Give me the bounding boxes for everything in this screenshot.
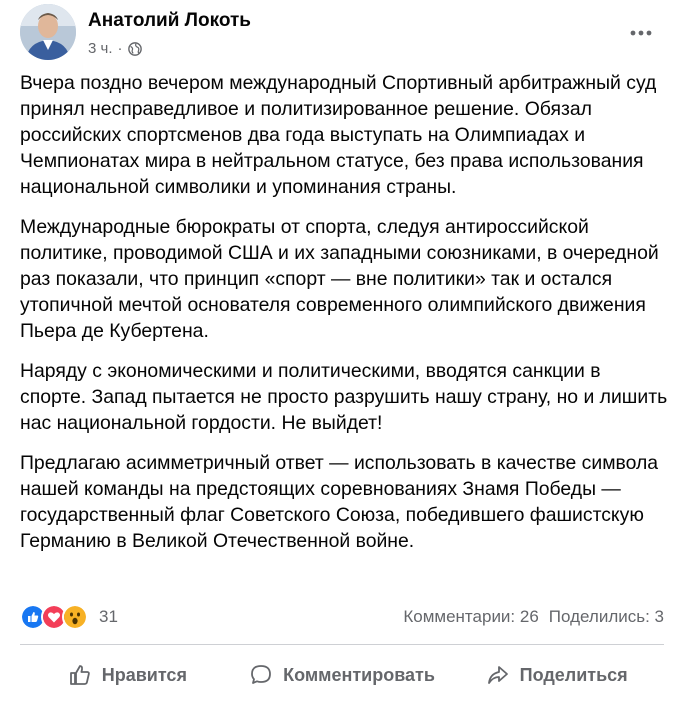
thumbs-up-icon: [69, 665, 90, 685]
post-paragraph: Международные бюрократы от спорта, следу…: [20, 216, 659, 342]
globe-icon: [127, 41, 142, 56]
comments-count[interactable]: Комментарии: 26: [403, 607, 538, 627]
comment-label: Комментировать: [283, 664, 435, 685]
reaction-count[interactable]: 31: [99, 607, 118, 627]
post-text: Вчера поздно вечером международный Спорт…: [20, 70, 670, 568]
comment-button[interactable]: Комментировать: [235, 653, 450, 697]
action-bar: Нравится Комментировать Поделиться: [20, 650, 664, 700]
share-icon: [487, 666, 508, 684]
post-paragraph: Наряду с экономическими и политическими,…: [20, 360, 668, 434]
wow-reaction-icon: [62, 604, 88, 630]
shares-count[interactable]: Поделились: 3: [549, 607, 664, 627]
reaction-icons: [20, 604, 88, 630]
post-paragraph: Вчера поздно вечером международный Спорт…: [20, 72, 657, 198]
reaction-summary[interactable]: 31: [20, 604, 118, 630]
post-header: Анатолий Локоть 3 ч. ·: [20, 4, 658, 64]
reactions-bar: 31 Комментарии: 26 Поделились: 3: [20, 603, 664, 631]
author-name[interactable]: Анатолий Локоть: [88, 10, 251, 32]
share-button[interactable]: Поделиться: [449, 653, 664, 697]
avatar[interactable]: [20, 4, 76, 60]
post-meta: 3 ч. ·: [88, 40, 142, 57]
more-dots-icon: [630, 30, 652, 36]
share-label: Поделиться: [519, 664, 628, 685]
post-time[interactable]: 3 ч.: [88, 40, 113, 57]
divider: [20, 644, 664, 645]
meta-separator: ·: [117, 40, 123, 57]
like-button[interactable]: Нравится: [20, 653, 235, 697]
post-paragraph: Предлагаю асимметричный ответ — использо…: [20, 452, 659, 552]
avatar-image: [20, 4, 76, 60]
engagement-stats: Комментарии: 26 Поделились: 3: [393, 607, 664, 627]
more-options-button[interactable]: [624, 18, 658, 48]
like-label: Нравится: [101, 664, 187, 685]
comment-icon: [251, 665, 271, 684]
